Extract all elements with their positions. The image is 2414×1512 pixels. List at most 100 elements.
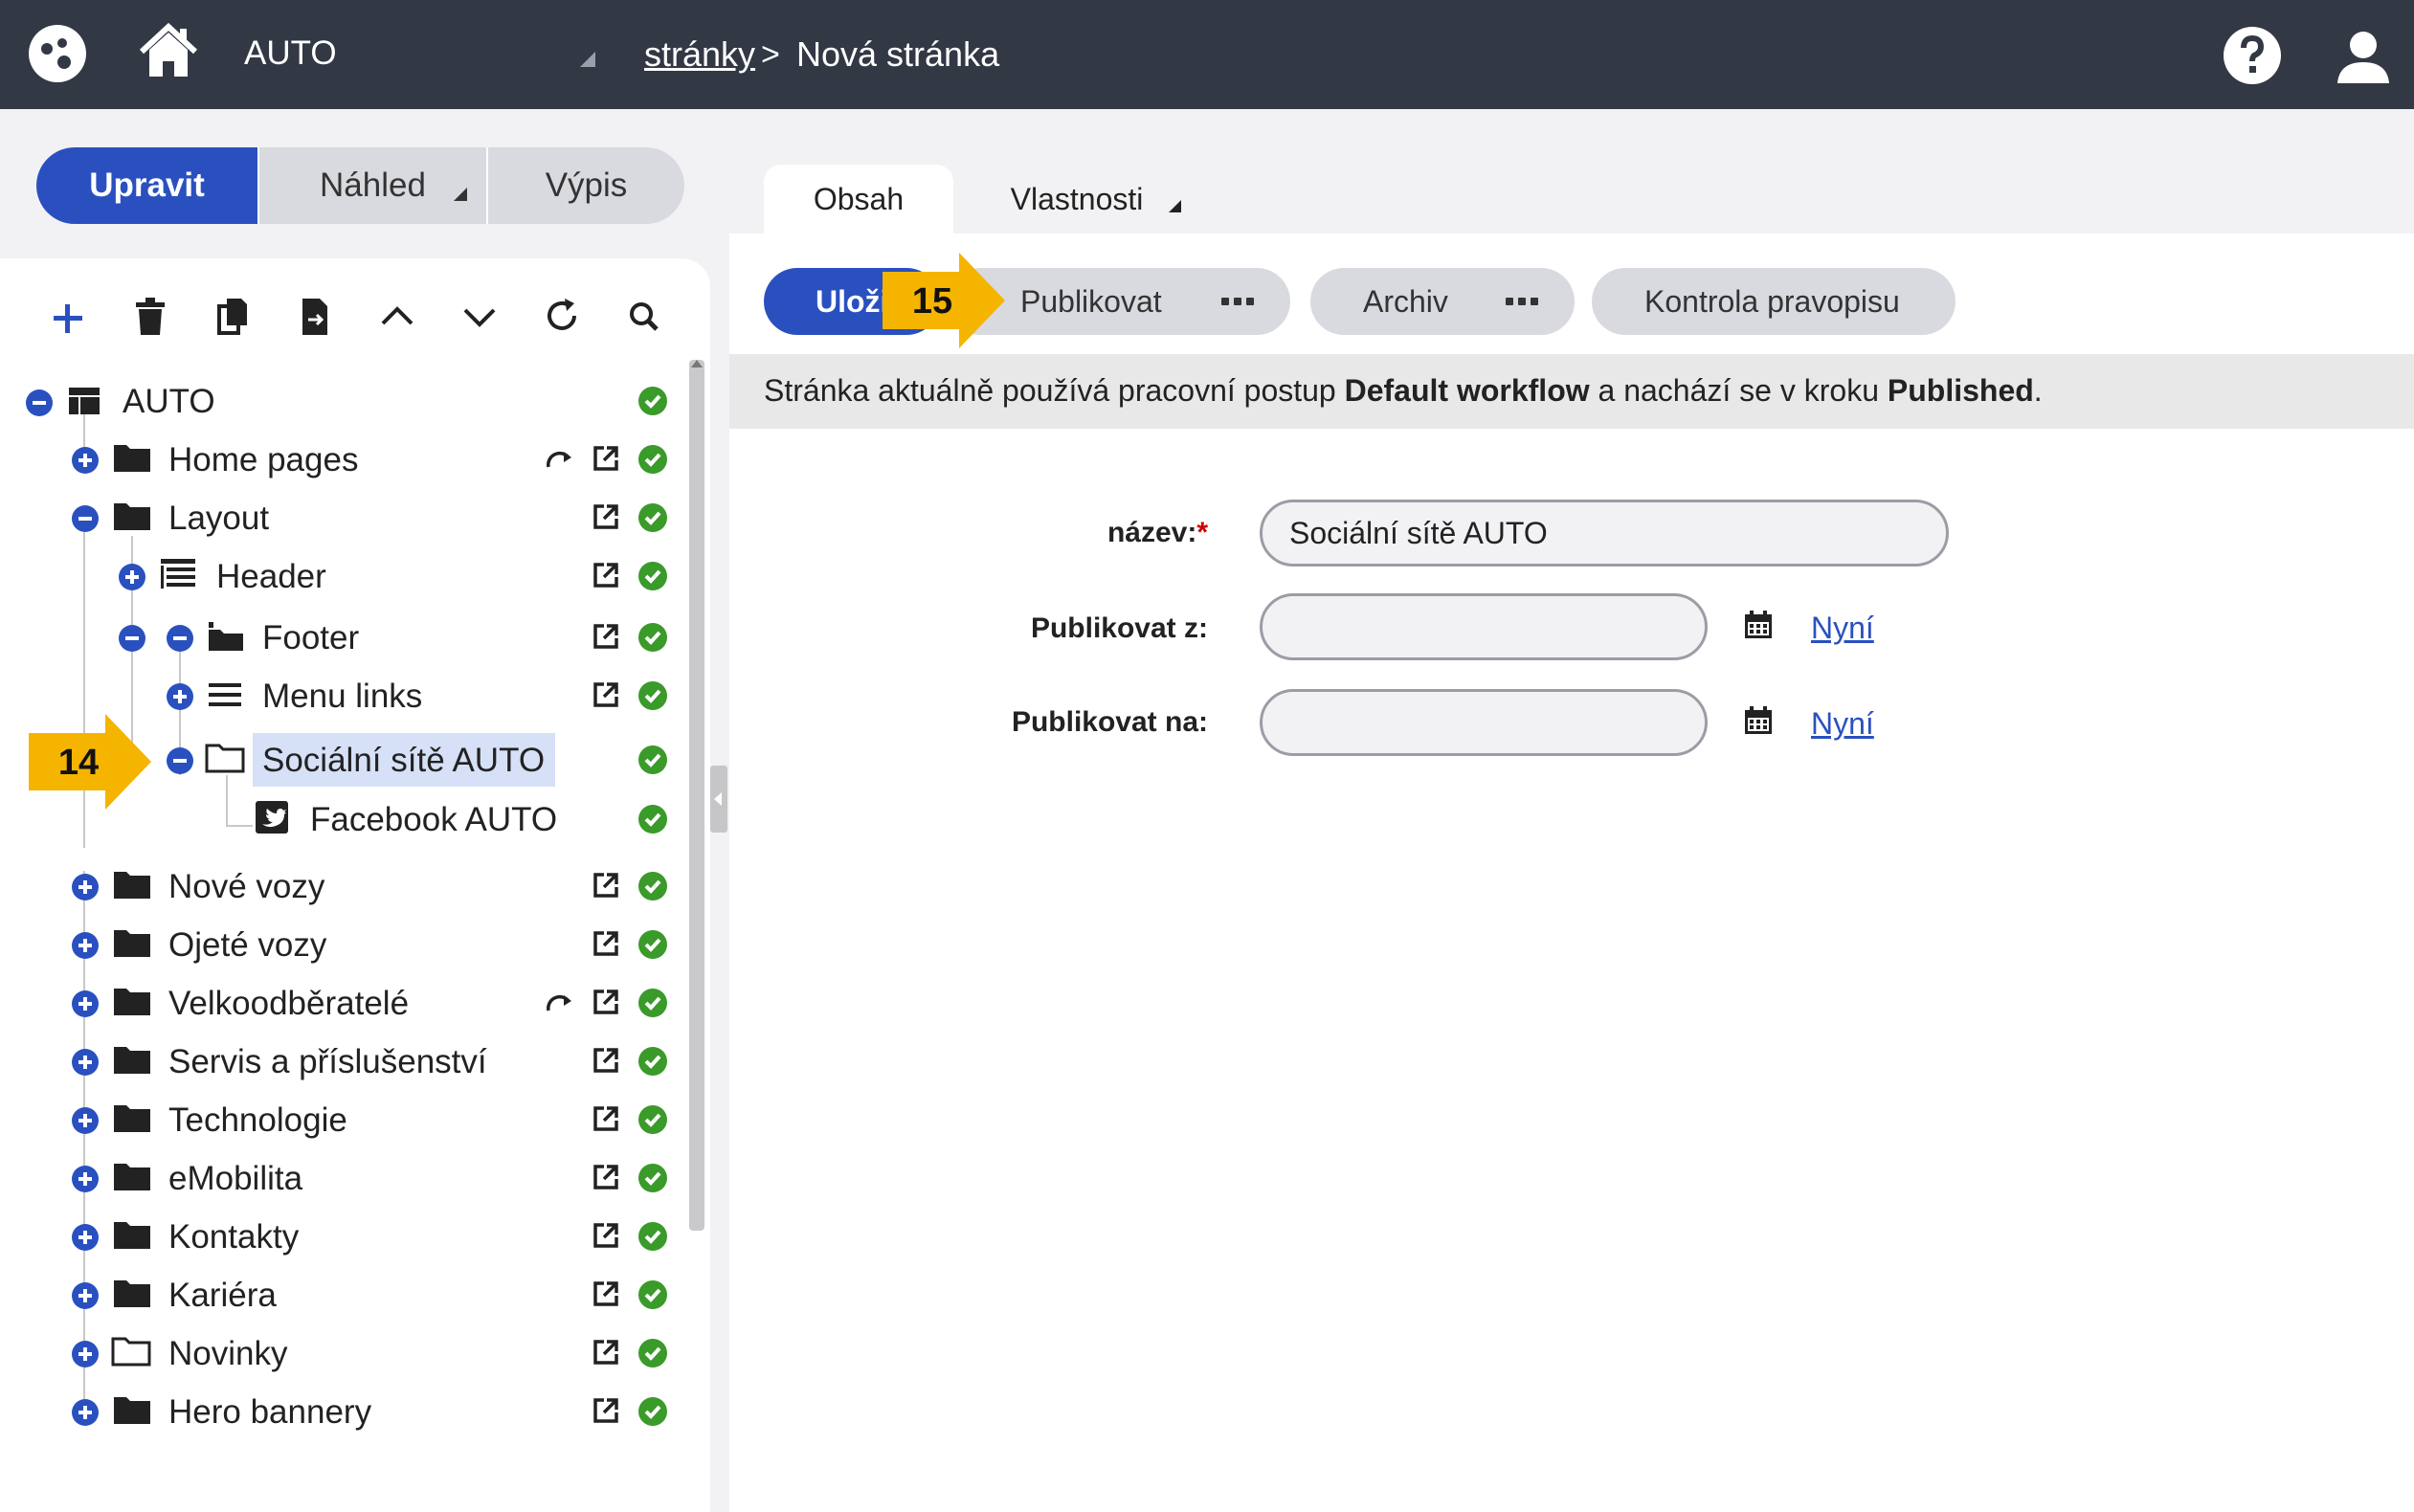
move-page-icon[interactable]: [291, 287, 339, 345]
help-icon[interactable]: [2223, 26, 2282, 85]
move-down-icon[interactable]: [456, 287, 503, 345]
properties-dropdown-caret-icon[interactable]: [1169, 200, 1181, 212]
home-icon[interactable]: [138, 21, 199, 80]
publish-more-icon[interactable]: [1221, 298, 1254, 305]
expand-icon[interactable]: [72, 1166, 99, 1192]
scroll-up-arrow-icon[interactable]: [691, 360, 703, 367]
tree-node-kontakty[interactable]: Kontakty: [0, 1213, 689, 1261]
tree-node-novinky[interactable]: Novinky: [0, 1330, 689, 1378]
expand-icon[interactable]: [72, 1107, 99, 1134]
external-link-icon[interactable]: [592, 444, 620, 473]
publish-to-calendar-icon[interactable]: [1742, 704, 1775, 737]
expand-icon[interactable]: [72, 1049, 99, 1076]
add-icon[interactable]: [44, 287, 92, 345]
breadcrumb-current: Nová stránka: [796, 34, 1000, 74]
copy-icon[interactable]: [209, 287, 257, 345]
site-selector[interactable]: AUTO: [244, 34, 337, 73]
external-link-icon[interactable]: [592, 1338, 620, 1367]
collapse-icon[interactable]: [167, 625, 193, 652]
expand-icon[interactable]: [72, 1341, 99, 1367]
external-link-icon[interactable]: [592, 1396, 620, 1425]
external-link-icon[interactable]: [592, 871, 620, 900]
tab-properties[interactable]: Vlastnosti: [990, 165, 1181, 233]
callout-15-arrow: 15: [883, 253, 1005, 348]
tree-node-kariera[interactable]: Kariéra: [0, 1272, 689, 1320]
archive-button[interactable]: Archiv: [1310, 268, 1575, 335]
tree-node-label: Facebook AUTO: [310, 801, 558, 838]
external-link-icon[interactable]: [592, 502, 620, 531]
collapse-icon[interactable]: [26, 389, 53, 416]
external-link-icon[interactable]: [592, 680, 620, 709]
refresh-icon[interactable]: [538, 287, 586, 345]
external-link-icon[interactable]: [592, 1221, 620, 1250]
breadcrumb-pages-link[interactable]: stránky: [644, 34, 755, 75]
edit-mode-button[interactable]: Upravit: [36, 147, 259, 224]
collapse-icon[interactable]: [167, 747, 193, 774]
workflow-info-part: .: [2033, 373, 2043, 408]
workflow-info-part: Stránka aktuálně používá pracovní postup: [764, 373, 1345, 408]
tree-node-label: AUTO: [123, 383, 215, 420]
tree-node-label: Servis a příslušenství: [168, 1043, 487, 1080]
external-link-icon[interactable]: [592, 561, 620, 589]
publish-to-input[interactable]: [1260, 689, 1708, 756]
tree-scrollbar[interactable]: [689, 360, 704, 1231]
tab-content[interactable]: Obsah: [764, 165, 953, 233]
list-mode-button[interactable]: Výpis: [488, 147, 684, 224]
folder-icon: [114, 872, 150, 899]
external-link-icon[interactable]: [592, 929, 620, 958]
app-logo-icon[interactable]: [28, 24, 87, 83]
site-dropdown-caret-icon[interactable]: [580, 52, 595, 67]
tree-node-emobilita[interactable]: eMobilita: [0, 1155, 689, 1203]
spellcheck-button[interactable]: Kontrola pravopisu: [1592, 268, 1956, 335]
publish-to-now-link[interactable]: Nyní: [1811, 706, 1874, 742]
expand-icon[interactable]: [72, 932, 99, 959]
move-up-icon[interactable]: [373, 287, 421, 345]
expand-icon[interactable]: [119, 564, 145, 590]
external-link-icon[interactable]: [592, 622, 620, 651]
tree-node-root[interactable]: AUTO: [0, 378, 689, 426]
expand-icon[interactable]: [72, 874, 99, 901]
folder-icon: [114, 930, 150, 957]
tab-properties-label: Vlastnosti: [1010, 181, 1144, 216]
tree-node-footer[interactable]: Footer: [0, 614, 689, 662]
expand-icon[interactable]: [72, 1224, 99, 1251]
expand-icon[interactable]: [72, 1399, 99, 1426]
breadcrumb-separator: >: [761, 36, 780, 73]
tree-node-ojete-vozy[interactable]: Ojeté vozy: [0, 922, 689, 969]
publish-from-now-link[interactable]: Nyní: [1811, 611, 1874, 646]
preview-dropdown-caret-icon[interactable]: [454, 188, 467, 201]
panel-splitter-handle[interactable]: [710, 766, 727, 833]
tree-node-home-pages[interactable]: Home pages: [0, 436, 689, 484]
tree-node-nove-vozy[interactable]: Nové vozy: [0, 863, 689, 911]
expand-icon[interactable]: [167, 683, 193, 710]
published-check-icon: [638, 745, 667, 774]
tree-node-hero-bannery[interactable]: Hero bannery: [0, 1389, 689, 1436]
tree-node-technologie[interactable]: Technologie: [0, 1097, 689, 1145]
delete-icon[interactable]: [126, 287, 174, 345]
expand-icon[interactable]: [72, 447, 99, 474]
external-link-icon[interactable]: [592, 1104, 620, 1133]
user-account-icon[interactable]: [2334, 26, 2393, 85]
tree-node-layout[interactable]: Layout: [0, 495, 689, 543]
website-icon: [69, 388, 100, 414]
expand-icon[interactable]: [72, 990, 99, 1017]
tree-node-velkoodberatele[interactable]: Velkoodběratelé: [0, 980, 689, 1028]
publish-from-input[interactable]: [1260, 593, 1708, 660]
publish-from-calendar-icon[interactable]: [1742, 609, 1775, 641]
expand-icon[interactable]: [72, 1282, 99, 1309]
tree-node-header[interactable]: Header: [0, 553, 689, 601]
external-link-icon[interactable]: [592, 1279, 620, 1308]
archive-button-label: Archiv: [1363, 283, 1448, 319]
name-input[interactable]: [1260, 500, 1949, 567]
external-link-icon[interactable]: [592, 988, 620, 1016]
collapse-icon[interactable]: [72, 505, 99, 532]
external-link-icon[interactable]: [592, 1046, 620, 1075]
archive-more-icon[interactable]: [1506, 298, 1538, 305]
tree-node-servis[interactable]: Servis a příslušenství: [0, 1038, 689, 1086]
folder-icon: [114, 1222, 150, 1249]
redirect-icon: [547, 451, 571, 468]
search-icon[interactable]: [620, 287, 668, 345]
external-link-icon[interactable]: [592, 1163, 620, 1191]
preview-mode-button[interactable]: Náhled: [259, 147, 488, 224]
collapse-icon[interactable]: [119, 625, 145, 652]
